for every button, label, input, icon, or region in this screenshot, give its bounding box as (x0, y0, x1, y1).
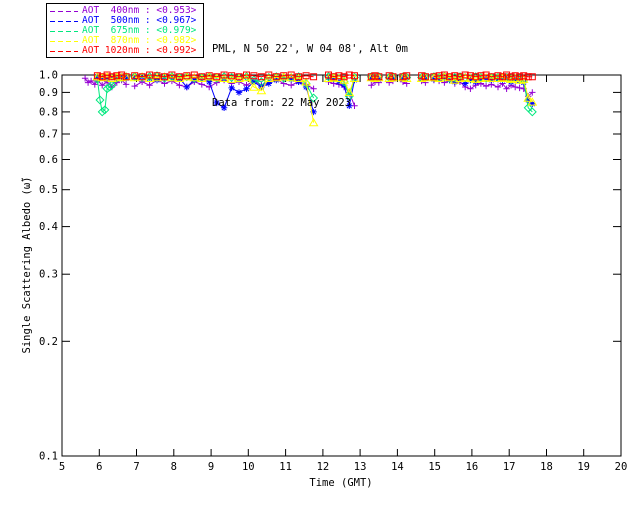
dashed-line-icon (50, 40, 78, 42)
svg-text:0.4: 0.4 (39, 221, 58, 233)
plot-window: 5 6 7 8 9 10 11 12 13 14 15 16 17 18 19 20 1.0 0.9 0.8 0.7 0… (0, 0, 640, 512)
plot-subtitle: Data from: 22 May 2023 (212, 97, 352, 109)
legend-item: AOT 1020nm : <0.992> (50, 46, 203, 56)
svg-text:0.7: 0.7 (39, 129, 58, 141)
svg-text:0.9: 0.9 (39, 87, 58, 99)
dashed-line-icon (50, 50, 78, 52)
svg-text:19: 19 (577, 461, 590, 473)
svg-text:0.1: 0.1 (39, 451, 58, 463)
svg-text:0.2: 0.2 (39, 336, 58, 348)
dashed-line-icon (50, 20, 78, 22)
svg-text:5: 5 (59, 461, 65, 473)
svg-text:0.5: 0.5 (39, 184, 58, 196)
svg-text:16: 16 (466, 461, 479, 473)
dashed-line-icon (50, 10, 78, 12)
svg-text:0.8: 0.8 (39, 106, 58, 118)
svg-text:12: 12 (317, 461, 330, 473)
svg-text:20: 20 (615, 461, 628, 473)
svg-text:14: 14 (391, 461, 404, 473)
plot-title: PML, N 50 22', W 04 08', Alt 0m (212, 43, 408, 55)
svg-text:1.0: 1.0 (39, 70, 58, 82)
svg-text:11: 11 (279, 461, 292, 473)
svg-text:18: 18 (540, 461, 553, 473)
title-block: PML, N 50 22', W 04 08', Alt 0m Data fro… (212, 4, 408, 148)
svg-text:8: 8 (171, 461, 177, 473)
svg-text:17: 17 (503, 461, 516, 473)
svg-text:13: 13 (354, 461, 367, 473)
y-axis-label: Single Scattering Albedo (ω̃) (21, 176, 33, 354)
svg-text:10: 10 (242, 461, 255, 473)
svg-text:15: 15 (428, 461, 441, 473)
svg-text:0.6: 0.6 (39, 154, 58, 166)
svg-text:7: 7 (133, 461, 139, 473)
svg-text:9: 9 (208, 461, 214, 473)
svg-text:0.3: 0.3 (39, 269, 58, 281)
x-axis-label: Time (GMT) (309, 477, 373, 489)
dashed-line-icon (50, 30, 78, 32)
svg-text:6: 6 (96, 461, 102, 473)
legend-item-label: AOT 1020nm : <0.992> (82, 45, 197, 56)
legend-box: AOT 400nm : <0.953> AOT 500nm : <0.967> … (46, 3, 204, 58)
